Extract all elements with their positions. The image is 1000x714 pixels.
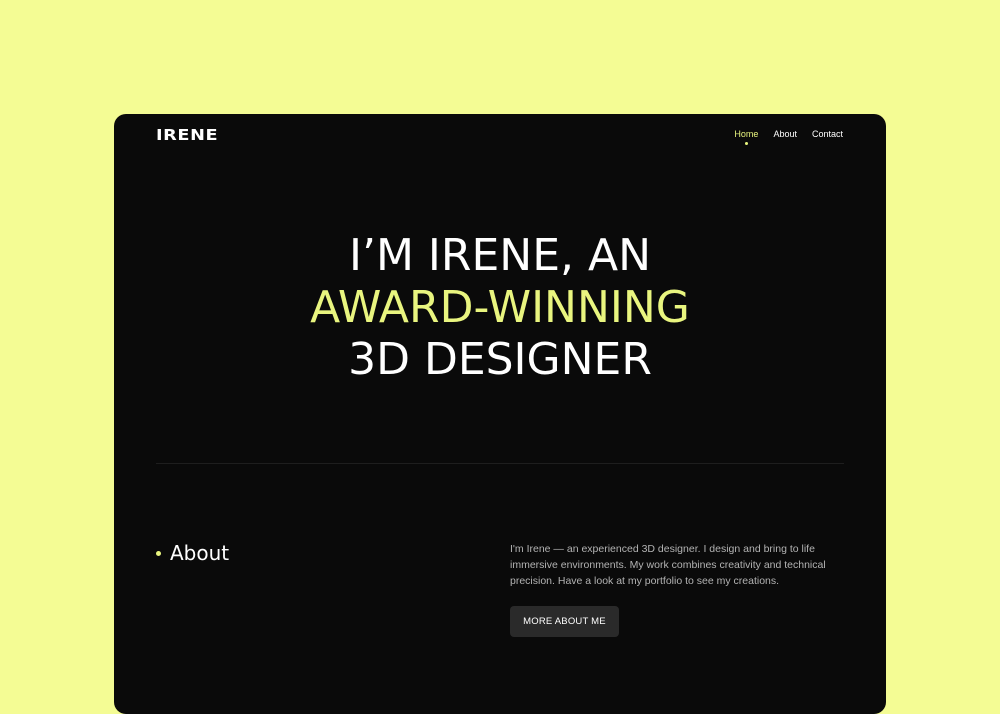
about-heading: About (156, 541, 229, 565)
active-indicator-dot (744, 142, 748, 145)
logo[interactable]: IRENE (156, 126, 218, 144)
hero-line-2: AWARD-WINNING (310, 282, 690, 333)
nav-about-label: About (773, 129, 797, 139)
nav-contact[interactable]: Contact (812, 129, 843, 139)
about-text: I'm Irene — an experienced 3D designer. … (510, 543, 826, 587)
hero-line-1: I’M IRENE, AN (349, 230, 651, 281)
nav-home-label: Home (734, 129, 759, 139)
site-window: IRENE Home About Contact I’M IRENE, AN A… (114, 114, 886, 714)
nav-about[interactable]: About (773, 129, 797, 139)
top-nav: IRENE Home About Contact (114, 114, 886, 158)
hero-heading: I’M IRENE, AN AWARD-WINNING 3D DESIGNER (114, 230, 886, 386)
more-about-me-button[interactable]: MORE ABOUT ME (510, 606, 619, 637)
nav-home[interactable]: Home (734, 129, 759, 145)
nav-contact-label: Contact (811, 129, 843, 139)
section-divider (156, 463, 844, 464)
nav-links: Home About Contact (734, 129, 843, 145)
bullet-dot-icon (156, 550, 161, 556)
about-title: About (170, 541, 230, 565)
hero-line-3: 3D DESIGNER (348, 334, 652, 385)
